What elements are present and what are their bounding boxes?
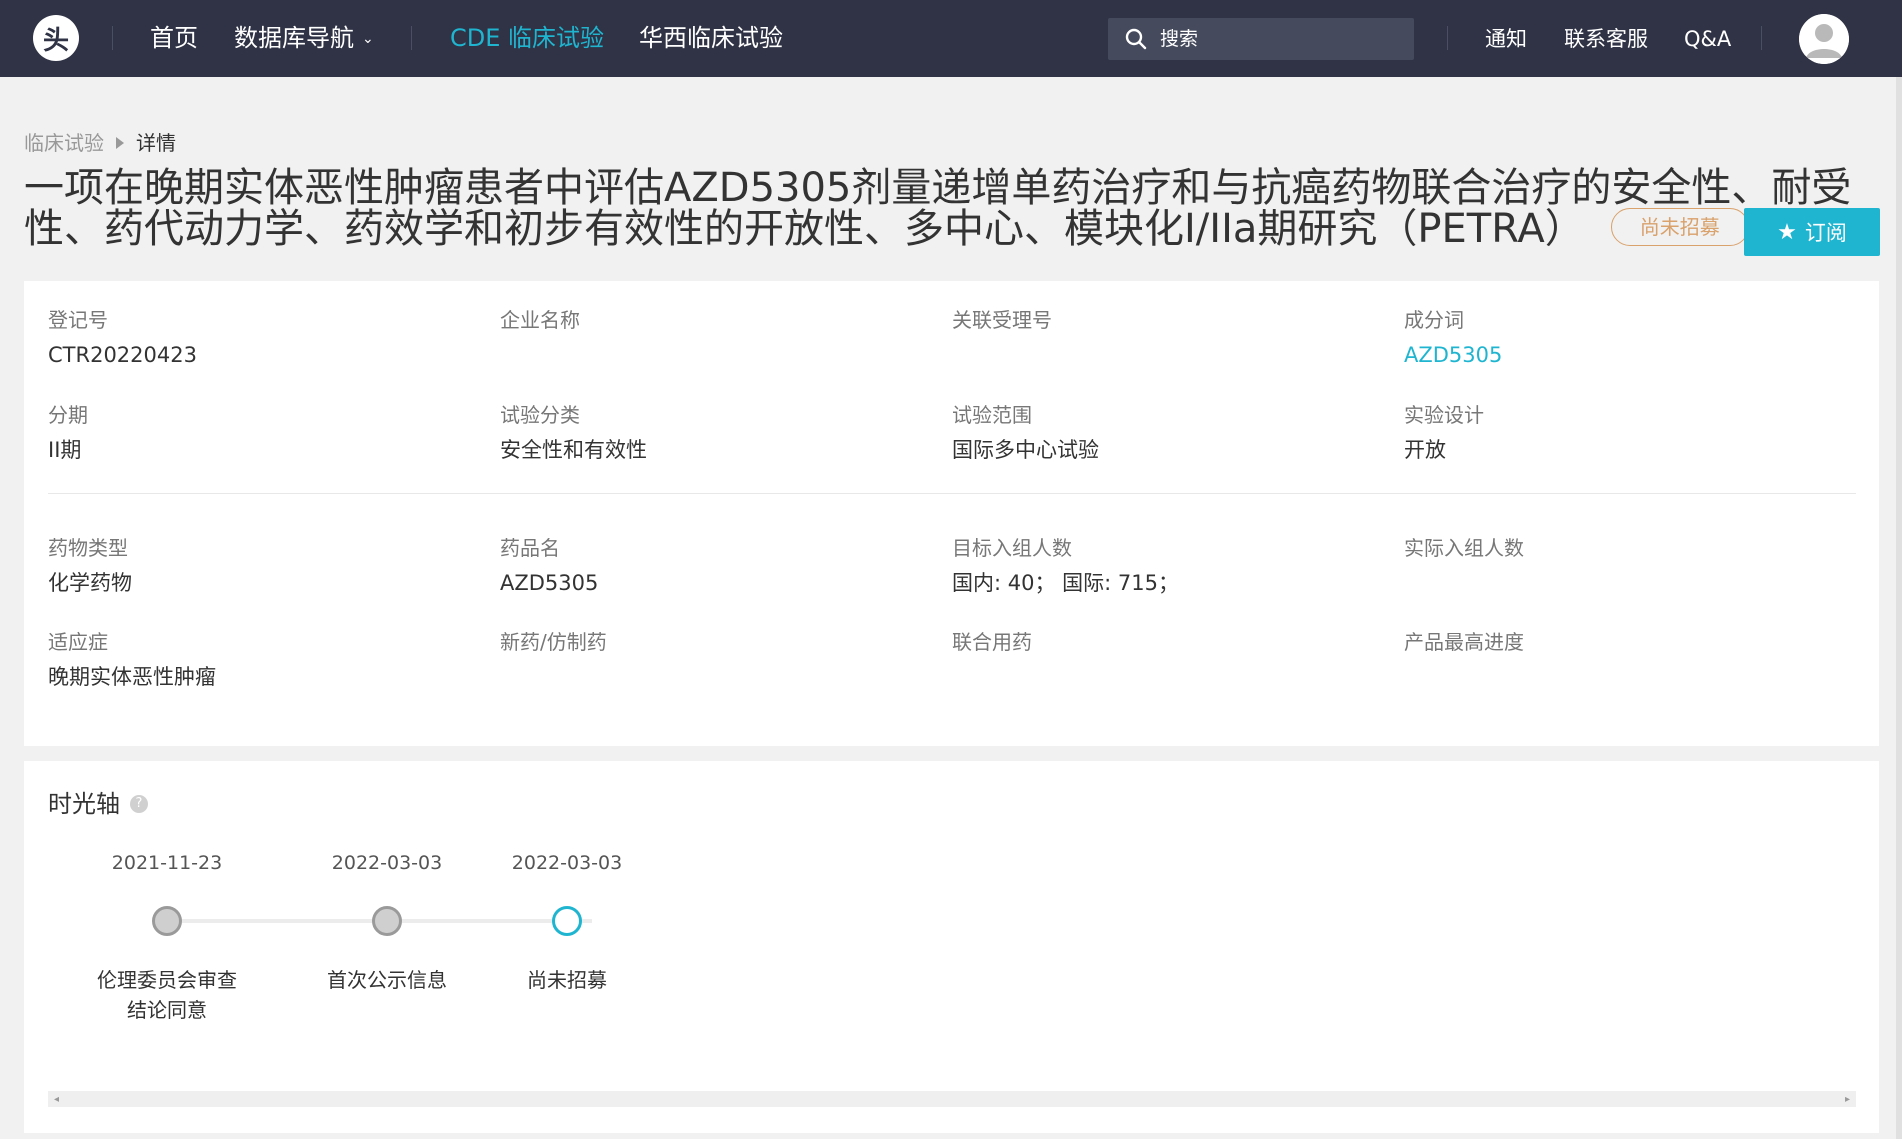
vertical-scrollbar[interactable] bbox=[1896, 77, 1902, 1139]
nav-divider bbox=[1761, 26, 1762, 50]
star-icon: ★ bbox=[1777, 219, 1797, 245]
breadcrumb-current: 详情 bbox=[136, 131, 176, 155]
user-icon bbox=[1799, 14, 1849, 64]
timeline-dot[interactable] bbox=[152, 906, 182, 936]
info-label: 成分词 bbox=[1404, 308, 1464, 332]
timeline-event-label: 尚未招募 bbox=[527, 968, 607, 992]
info-registration-number: 登记号 CTR20220423 bbox=[48, 305, 488, 371]
info-label: 实际入组人数 bbox=[1404, 536, 1524, 560]
info-label: 登记号 bbox=[48, 308, 108, 332]
nav-divider bbox=[112, 26, 113, 50]
timeline-dot[interactable] bbox=[372, 906, 402, 936]
info-value: 国际多中心试验 bbox=[952, 438, 1099, 462]
info-value: 开放 bbox=[1404, 438, 1446, 462]
ingredient-link[interactable]: AZD5305 bbox=[1404, 339, 1844, 371]
info-design: 实验设计 开放 bbox=[1404, 400, 1844, 466]
info-ingredient: 成分词 AZD5305 bbox=[1404, 305, 1844, 371]
nav-database-dropdown[interactable]: 数据库导航 ⌄ bbox=[234, 20, 374, 57]
nav-notifications[interactable]: 通知 bbox=[1485, 22, 1527, 56]
nav-divider bbox=[411, 26, 412, 50]
info-target-enrollment: 目标入组人数 国内: 40； 国际: 715； bbox=[952, 533, 1392, 599]
nav-huaxi-trials[interactable]: 华西临床试验 bbox=[639, 20, 783, 56]
nav-cde-trials[interactable]: CDE 临床试验 bbox=[450, 20, 604, 56]
timeline-heading: 时光轴 ? bbox=[48, 787, 148, 821]
user-avatar[interactable] bbox=[1799, 14, 1849, 64]
info-label: 试验范围 bbox=[952, 403, 1032, 427]
info-label: 目标入组人数 bbox=[952, 536, 1072, 560]
page-title: 一项在晚期实体恶性肿瘤患者中评估AZD5305剂量递增单药治疗和与抗癌药物联合治… bbox=[24, 168, 1864, 250]
info-value: II期 bbox=[48, 438, 82, 462]
timeline-event-label: 首次公示信息 bbox=[327, 968, 447, 992]
info-value: 化学药物 bbox=[48, 571, 132, 595]
trial-info-card: 登记号 CTR20220423 企业名称 关联受理号 成分词 AZD5305 分… bbox=[24, 281, 1879, 746]
breadcrumb-clinical-trials[interactable]: 临床试验 bbox=[24, 128, 104, 158]
info-combination: 联合用药 bbox=[952, 627, 1392, 661]
info-company: 企业名称 bbox=[500, 305, 940, 339]
nav-divider bbox=[1447, 26, 1448, 50]
info-actual-enrollment: 实际入组人数 bbox=[1404, 533, 1844, 567]
caret-right-icon bbox=[116, 137, 124, 149]
info-category: 试验分类 安全性和有效性 bbox=[500, 400, 940, 466]
info-label: 药物类型 bbox=[48, 536, 128, 560]
help-icon[interactable]: ? bbox=[130, 795, 148, 813]
info-label: 适应症 bbox=[48, 630, 108, 654]
breadcrumb: 临床试验 详情 bbox=[24, 128, 176, 158]
nav-home[interactable]: 首页 bbox=[150, 20, 198, 56]
nav-qa[interactable]: Q&A bbox=[1684, 22, 1731, 56]
timeline-title: 时光轴 bbox=[48, 790, 120, 818]
timeline-dot-current[interactable] bbox=[552, 906, 582, 936]
timeline-event-date: 2022-03-03 bbox=[511, 852, 623, 874]
timeline-event-date: 2021-11-23 bbox=[111, 852, 223, 874]
scroll-right-icon[interactable]: ▸ bbox=[1845, 1094, 1850, 1105]
info-label: 产品最高进度 bbox=[1404, 630, 1524, 654]
top-nav-bar: 头 首页 数据库导航 ⌄ CDE 临床试验 华西临床试验 通知 联系客服 Q&A bbox=[0, 0, 1902, 77]
subscribe-label: 订阅 bbox=[1804, 221, 1847, 245]
status-badge: 尚未招募 bbox=[1610, 208, 1749, 246]
info-indication: 适应症 晚期实体恶性肿瘤 bbox=[48, 627, 488, 693]
timeline-event-date: 2022-03-03 bbox=[331, 852, 443, 874]
scroll-left-icon[interactable]: ◂ bbox=[54, 1094, 59, 1105]
info-label: 实验设计 bbox=[1404, 403, 1484, 427]
info-label: 试验分类 bbox=[500, 403, 580, 427]
info-value: CTR20220423 bbox=[48, 343, 197, 367]
info-drug-type: 药物类型 化学药物 bbox=[48, 533, 488, 599]
info-new-or-generic: 新药/仿制药 bbox=[500, 627, 940, 661]
timeline-card: 时光轴 ? 2021-11-23 伦理委员会审查结论同意 2022-03-03 … bbox=[24, 761, 1879, 1133]
section-divider bbox=[48, 493, 1856, 494]
info-label: 关联受理号 bbox=[952, 308, 1052, 332]
nav-contact-service[interactable]: 联系客服 bbox=[1564, 22, 1648, 56]
subscribe-button[interactable]: ★ 订阅 bbox=[1744, 208, 1880, 256]
info-phase: 分期 II期 bbox=[48, 400, 488, 466]
search-input[interactable] bbox=[1160, 28, 1400, 50]
info-max-progress: 产品最高进度 bbox=[1404, 627, 1844, 661]
info-value: 安全性和有效性 bbox=[500, 438, 647, 462]
info-label: 新药/仿制药 bbox=[500, 630, 607, 654]
info-value: AZD5305 bbox=[500, 571, 599, 595]
timeline-event-label: 伦理委员会审查结论同意 bbox=[97, 968, 237, 1022]
info-label: 联合用药 bbox=[952, 630, 1032, 654]
nav-database-label: 数据库导航 bbox=[234, 24, 354, 52]
info-label: 企业名称 bbox=[500, 308, 580, 332]
search-box[interactable] bbox=[1108, 18, 1414, 60]
info-value: 晚期实体恶性肿瘤 bbox=[48, 665, 216, 689]
info-related-number: 关联受理号 bbox=[952, 305, 1392, 339]
site-logo-icon[interactable]: 头 bbox=[33, 15, 79, 61]
info-label: 药品名 bbox=[500, 536, 560, 560]
search-icon bbox=[1125, 28, 1147, 50]
info-value: 国内: 40； 国际: 715； bbox=[952, 571, 1179, 595]
horizontal-scrollbar[interactable]: ◂ ▸ bbox=[48, 1091, 1856, 1107]
info-label: 分期 bbox=[48, 403, 88, 427]
info-scope: 试验范围 国际多中心试验 bbox=[952, 400, 1392, 466]
trial-title-text: 一项在晚期实体恶性肿瘤患者中评估AZD5305剂量递增单药治疗和与抗癌药物联合治… bbox=[24, 165, 1852, 252]
chevron-down-icon: ⌄ bbox=[362, 31, 374, 47]
info-drug-name: 药品名 AZD5305 bbox=[500, 533, 940, 599]
